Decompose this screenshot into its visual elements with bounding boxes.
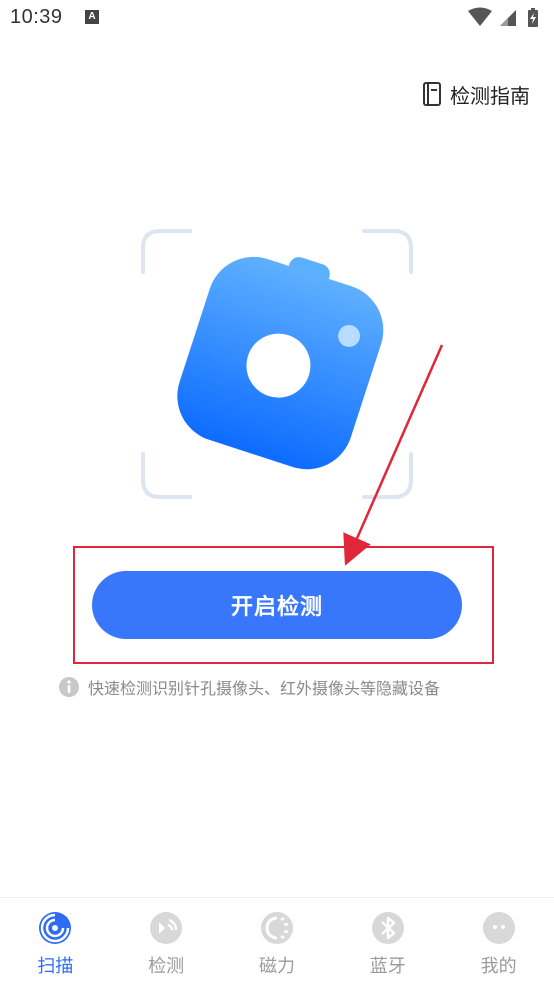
status-icons [468, 7, 538, 27]
camera-icon [177, 256, 384, 470]
notification-a-icon: A [85, 10, 99, 24]
info-icon [59, 677, 79, 697]
wifi-icon [468, 7, 492, 26]
hint: 快速检测识别针孔摄像头、红外摄像头等隐藏设备 [58, 674, 518, 700]
hint-text: 快速检测识别针孔摄像头、红外摄像头等隐藏设备 [88, 679, 441, 698]
nav-item-scan[interactable]: 扫描 [0, 898, 111, 986]
nav-label-bluetooth: 蓝牙 [369, 956, 406, 977]
guide-label: 检测指南 [450, 83, 530, 108]
battery-icon [528, 8, 538, 27]
bottom-nav: 扫描 检测 磁力 蓝牙 我的 [0, 897, 554, 986]
detect-icon [150, 912, 183, 944]
profile-icon [482, 912, 515, 944]
nav-item-detect[interactable]: 检测 [111, 898, 222, 986]
start-detection-button[interactable]: 开启检测 [92, 571, 462, 639]
nav-label-detect: 检测 [148, 956, 185, 977]
bluetooth-icon [371, 912, 404, 944]
nav-label-scan: 扫描 [37, 956, 74, 977]
nav-label-profile: 我的 [480, 956, 517, 977]
guide-link[interactable]: 检测指南 [422, 78, 530, 110]
signal-icon [500, 10, 516, 26]
nav-item-profile[interactable]: 我的 [443, 898, 554, 986]
status-bar: 10:39 A [0, 0, 554, 38]
magnet-icon [260, 912, 293, 944]
nav-item-magnet[interactable]: 磁力 [222, 898, 333, 986]
book-icon [423, 82, 441, 106]
nav-label-magnet: 磁力 [258, 956, 295, 977]
nav-item-bluetooth[interactable]: 蓝牙 [332, 898, 443, 986]
status-time: 10:39 [10, 6, 63, 28]
scan-icon [39, 912, 72, 944]
scan-illustration [141, 229, 413, 499]
